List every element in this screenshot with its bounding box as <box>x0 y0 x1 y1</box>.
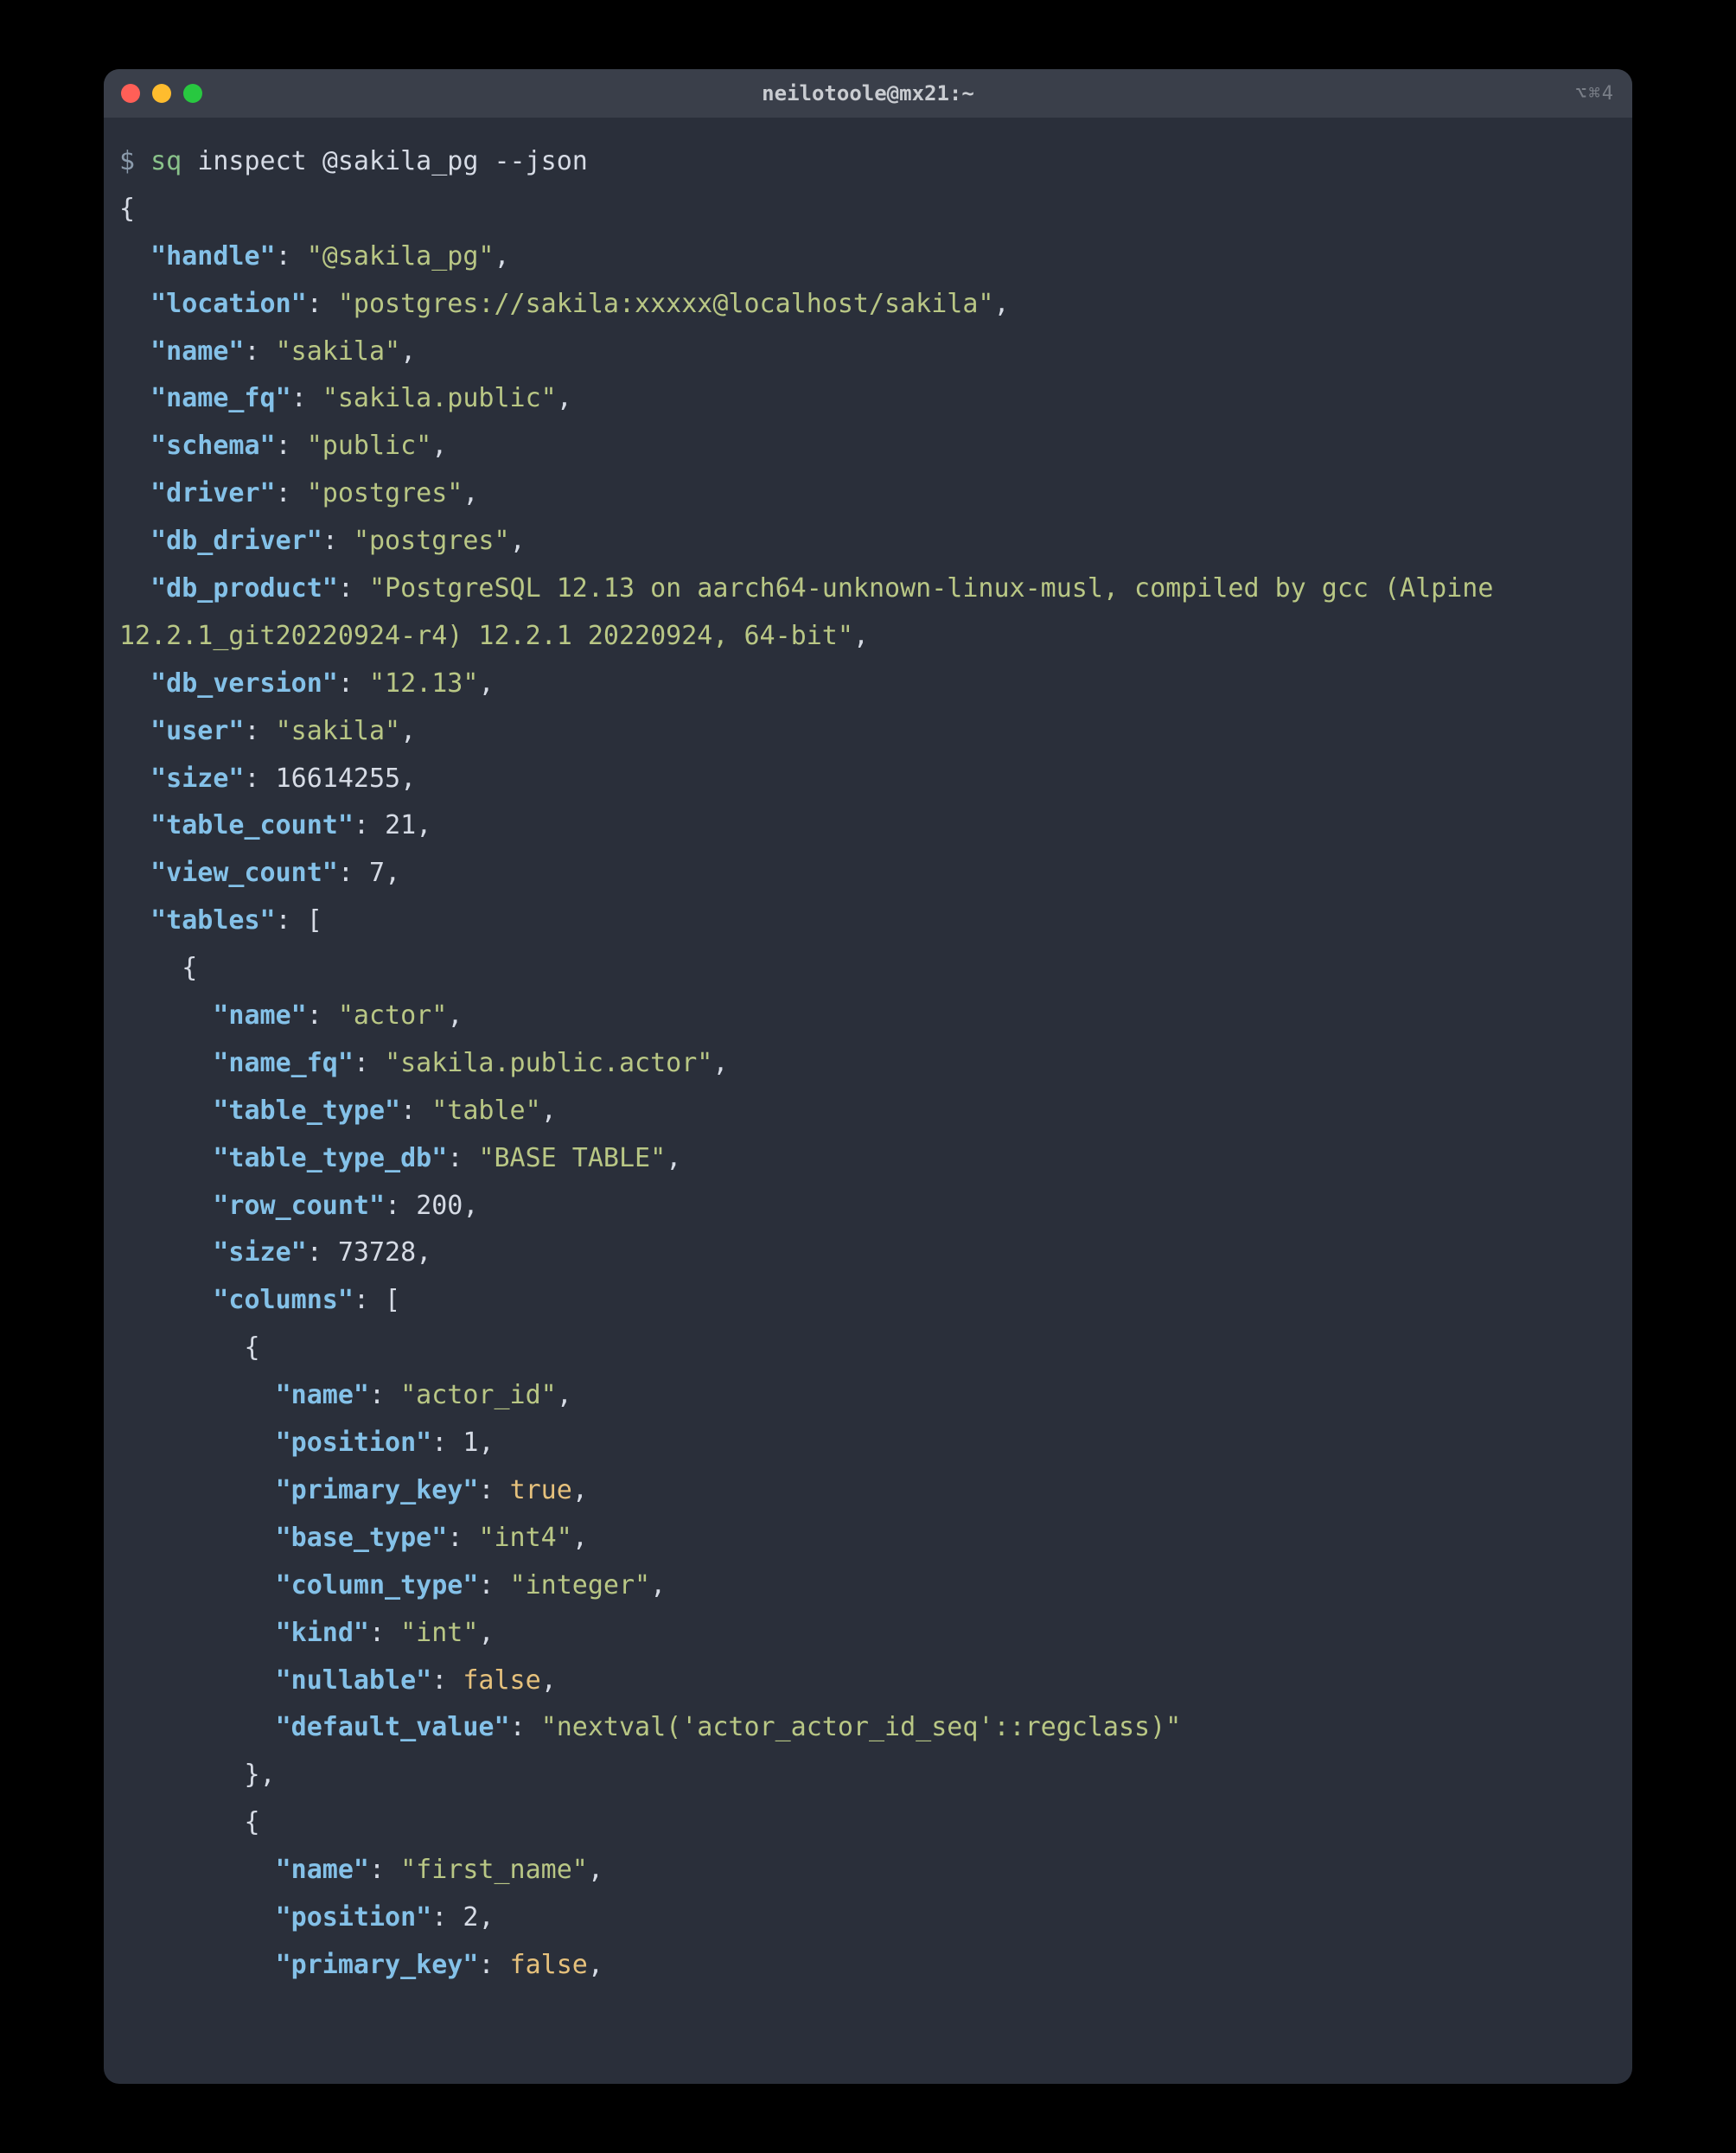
prompt-symbol: $ <box>119 146 135 176</box>
json-val: "nextval('actor_actor_id_seq'::regclass)… <box>541 1712 1182 1742</box>
json-val: "postgres" <box>307 478 463 508</box>
json-key: "name_fq" <box>213 1048 354 1078</box>
json-val: 1 <box>463 1428 478 1458</box>
json-val: "sakila.public.actor" <box>385 1048 712 1078</box>
json-key: "row_count" <box>213 1191 385 1221</box>
json-key: "primary_key" <box>276 1475 479 1505</box>
json-val: "@sakila_pg" <box>307 241 495 272</box>
json-key: "nullable" <box>276 1665 432 1696</box>
traffic-lights <box>121 84 202 103</box>
json-key: "db_product" <box>150 573 338 604</box>
json-key: "size" <box>213 1237 306 1268</box>
json-val: true <box>510 1475 572 1505</box>
json-val: 200 <box>416 1191 463 1221</box>
titlebar: neilotoole@mx21:~ ⌥⌘4 <box>104 69 1632 118</box>
json-val: 7 <box>369 858 385 888</box>
minimize-icon[interactable] <box>152 84 171 103</box>
json-key: "columns" <box>213 1285 354 1315</box>
terminal-output: $ sq inspect @sakila_pg --json { "handle… <box>119 138 1617 1990</box>
json-key: "kind" <box>276 1618 369 1648</box>
json-key: "driver" <box>150 478 276 508</box>
json-key: "table_count" <box>150 810 354 840</box>
json-val: "actor_id" <box>400 1380 557 1410</box>
json-val: "sakila" <box>276 336 401 367</box>
json-key: "tables" <box>150 905 276 936</box>
json-key: "user" <box>150 716 244 746</box>
json-key: "primary_key" <box>276 1950 479 1980</box>
json-val: "int4" <box>478 1523 571 1553</box>
json-key: "name" <box>213 1000 306 1031</box>
json-val: 2 <box>463 1902 478 1933</box>
json-key: "base_type" <box>276 1523 448 1553</box>
window-title: neilotoole@mx21:~ <box>762 81 974 105</box>
shortcut-hint: ⌥⌘4 <box>1575 83 1615 105</box>
terminal-body[interactable]: $ sq inspect @sakila_pg --json { "handle… <box>104 118 1632 2084</box>
json-val: 21 <box>385 810 416 840</box>
json-val: "integer" <box>510 1570 651 1600</box>
json-val: "postgres://sakila:xxxxx@localhost/sakil… <box>338 289 994 319</box>
json-key: "size" <box>150 763 244 794</box>
json-val: false <box>463 1665 540 1696</box>
json-key: "table_type" <box>213 1096 400 1126</box>
json-val: "BASE TABLE" <box>478 1143 666 1173</box>
json-key: "name" <box>276 1380 369 1410</box>
json-key: "name" <box>150 336 244 367</box>
json-key: "view_count" <box>150 858 338 888</box>
json-val: "actor" <box>338 1000 447 1031</box>
json-key: "location" <box>150 289 307 319</box>
json-val: "table" <box>431 1096 540 1126</box>
command-bin: sq <box>150 146 182 176</box>
json-key: "db_driver" <box>150 526 322 556</box>
json-key: "table_type_db" <box>213 1143 447 1173</box>
json-key: "db_version" <box>150 668 338 699</box>
json-val: false <box>510 1950 588 1980</box>
json-key: "default_value" <box>276 1712 510 1742</box>
command-target: @sakila_pg <box>322 146 479 176</box>
json-val: "int" <box>400 1618 478 1648</box>
zoom-icon[interactable] <box>183 84 202 103</box>
terminal-window: neilotoole@mx21:~ ⌥⌘4 $ sq inspect @saki… <box>104 69 1632 2084</box>
json-key: "position" <box>276 1902 432 1933</box>
close-icon[interactable] <box>121 84 140 103</box>
json-key: "column_type" <box>276 1570 479 1600</box>
json-val: "sakila" <box>276 716 401 746</box>
json-val: "sakila.public" <box>322 383 557 413</box>
json-key: "name" <box>276 1855 369 1885</box>
json-key: "name_fq" <box>150 383 291 413</box>
json-key: "position" <box>276 1428 432 1458</box>
command-sub: inspect <box>197 146 306 176</box>
json-val: "postgres" <box>354 526 510 556</box>
json-val: 16614255 <box>276 763 401 794</box>
json-val: "public" <box>307 431 432 461</box>
json-val: "12.13" <box>369 668 478 699</box>
json-val: "first_name" <box>400 1855 588 1885</box>
json-val: 73728 <box>338 1237 416 1268</box>
command-flag: --json <box>495 146 588 176</box>
json-key: "schema" <box>150 431 276 461</box>
json-key: "handle" <box>150 241 276 272</box>
